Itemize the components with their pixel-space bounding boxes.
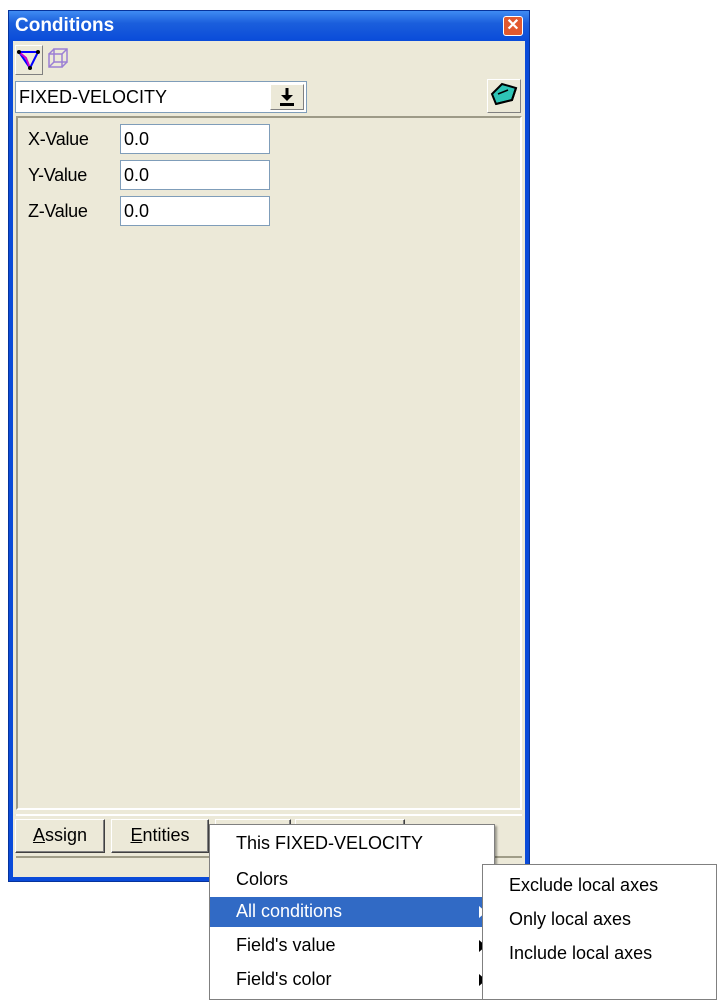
close-icon: ✕ xyxy=(506,17,520,34)
menu-item-fields-color[interactable]: Field's color xyxy=(210,965,494,995)
y-value-label: Y-Value xyxy=(28,165,87,185)
download-arrow-icon xyxy=(280,88,294,106)
condition-fields-panel: X-Value 0.0 Y-Value 0.0 Z-Value 0.0 xyxy=(16,116,522,810)
volume-condition-icon xyxy=(48,48,68,68)
line-condition-button[interactable] xyxy=(15,45,43,75)
condition-select-value: FIXED-VELOCITY xyxy=(19,87,168,107)
button-bar-divider xyxy=(16,814,522,816)
entities-button[interactable]: Entities xyxy=(111,819,209,853)
eraser-button[interactable] xyxy=(487,79,521,113)
menu-item-fields-value[interactable]: Field's value xyxy=(210,931,494,961)
draw-menu: This FIXED-VELOCITY Colors All condition… xyxy=(209,824,495,1000)
menu-item-all-conditions[interactable]: All conditions xyxy=(210,897,494,927)
condition-select-arrow-button[interactable] xyxy=(270,84,304,110)
volume-condition-button[interactable] xyxy=(45,45,73,75)
close-button[interactable]: ✕ xyxy=(503,16,523,36)
condition-select[interactable]: FIXED-VELOCITY xyxy=(15,81,307,113)
eraser-icon xyxy=(490,82,518,106)
submenu-item-exclude-local-axes[interactable]: Exclude local axes xyxy=(483,871,716,901)
conditions-window: Conditions ✕ FIXED-VELOCITY X-Value 0.0 … xyxy=(8,10,530,882)
submenu-item-only-local-axes[interactable]: Only local axes xyxy=(483,905,716,935)
assign-button[interactable]: Assign xyxy=(15,819,105,853)
menu-item-this-condition[interactable]: This FIXED-VELOCITY xyxy=(210,829,494,859)
z-value-label: Z-Value xyxy=(28,201,88,221)
line-condition-icon xyxy=(17,50,40,70)
submenu-item-include-local-axes[interactable]: Include local axes xyxy=(483,939,716,969)
window-title: Conditions xyxy=(15,15,115,36)
menu-item-colors[interactable]: Colors xyxy=(210,865,494,895)
window-client-area: FIXED-VELOCITY X-Value 0.0 Y-Value 0.0 Z… xyxy=(13,41,525,877)
z-value-input[interactable]: 0.0 xyxy=(120,196,270,226)
y-value-input[interactable]: 0.0 xyxy=(120,160,270,190)
title-bar[interactable]: Conditions ✕ xyxy=(9,11,529,41)
x-value-label: X-Value xyxy=(28,129,89,149)
x-value-input[interactable]: 0.0 xyxy=(120,124,270,154)
all-conditions-submenu: Exclude local axes Only local axes Inclu… xyxy=(482,864,717,1000)
